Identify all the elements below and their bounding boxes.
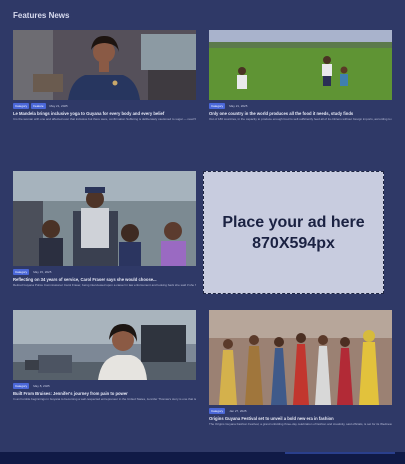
card-meta: Category Feature May 21, 2025 xyxy=(13,103,196,109)
ad-placeholder[interactable]: Place your ad here 870X594px xyxy=(203,171,384,294)
yoga-instructor-photo xyxy=(13,30,196,100)
post-date: May 15, 2025 xyxy=(33,270,52,274)
news-thumbnail[interactable] xyxy=(209,310,392,405)
news-excerpt: Out of 186 countries, in the capacity to… xyxy=(209,117,392,121)
category-tag[interactable]: Category xyxy=(13,103,30,109)
category-tag[interactable]: Category xyxy=(209,408,226,414)
footer-bar xyxy=(0,452,405,464)
card-meta: Category May 8, 2025 xyxy=(13,383,196,389)
news-card[interactable]: Category Jan 27, 2025 Origins Guyana Fes… xyxy=(209,310,392,426)
news-excerpt: Retired Guyana Police Commissioner Carol… xyxy=(13,283,196,287)
news-headline[interactable]: Built From Bruises: Jennifer's journey f… xyxy=(13,391,196,396)
news-card[interactable]: Category May 21, 2025 Only one country i… xyxy=(209,30,392,121)
news-thumbnail[interactable] xyxy=(13,310,196,380)
category-tag[interactable]: Category xyxy=(13,269,30,275)
category-tag[interactable]: Feature xyxy=(31,103,46,109)
news-headline[interactable]: Reflecting on 34 years of service, Carol… xyxy=(13,277,196,282)
entrepreneur-photo xyxy=(13,310,196,380)
post-date: May 21, 2025 xyxy=(229,104,248,108)
news-card[interactable]: Category May 8, 2025 Built From Bruises:… xyxy=(13,310,196,401)
footer-accent xyxy=(285,452,395,454)
section-title: Features News xyxy=(13,11,70,20)
post-date: May 21, 2025 xyxy=(49,104,68,108)
post-date: Jan 27, 2025 xyxy=(229,409,247,413)
card-meta: Category May 15, 2025 xyxy=(13,269,196,275)
news-excerpt: In an humble beginnings in Guyana to bec… xyxy=(13,397,196,401)
news-thumbnail[interactable] xyxy=(13,30,196,100)
fashion-runway-photo xyxy=(209,310,392,405)
category-tag[interactable]: Category xyxy=(13,383,30,389)
news-excerpt: It is the woman with one and affected ov… xyxy=(13,117,196,121)
news-excerpt: The Origins Guyana Fashion Festival, a g… xyxy=(209,422,392,426)
news-headline[interactable]: Le Mandela brings inclusive yoga to Guya… xyxy=(13,111,196,116)
ad-text: Place your ad here 870X594px xyxy=(222,213,365,252)
post-date: May 8, 2025 xyxy=(33,384,50,388)
news-thumbnail[interactable] xyxy=(209,30,392,100)
crop-field-photo xyxy=(209,30,392,100)
news-thumbnail[interactable] xyxy=(13,171,196,266)
police-officers-photo xyxy=(13,171,196,266)
news-headline[interactable]: Only one country in the world produces a… xyxy=(209,111,392,116)
news-card[interactable]: Category Feature May 21, 2025 Le Mandela… xyxy=(13,30,196,121)
card-meta: Category May 21, 2025 xyxy=(209,103,392,109)
news-card[interactable]: Category May 15, 2025 Reflecting on 34 y… xyxy=(13,171,196,287)
card-meta: Category Jan 27, 2025 xyxy=(209,408,392,414)
category-tag[interactable]: Category xyxy=(209,103,226,109)
news-headline[interactable]: Origins Guyana Festival set to unveil a … xyxy=(209,416,392,421)
